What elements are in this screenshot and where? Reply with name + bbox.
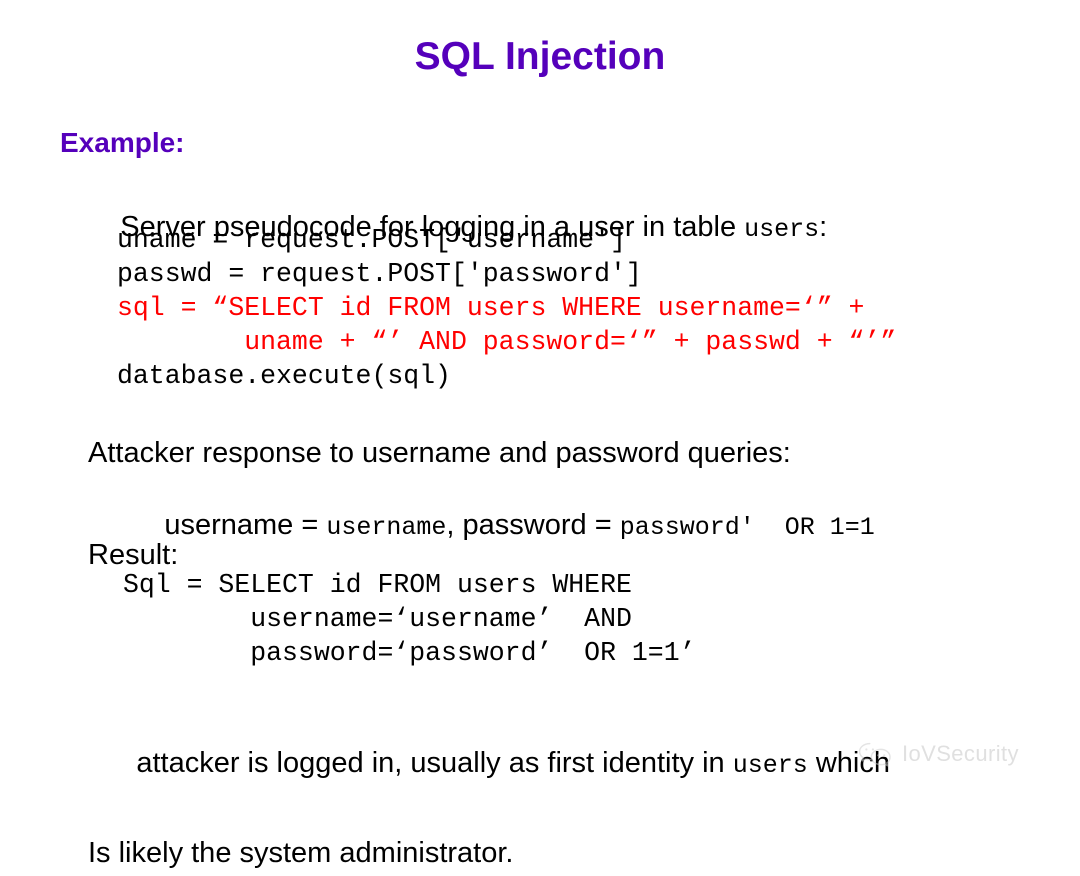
code-line: database.execute(sql) xyxy=(117,360,451,391)
result-code-block: Sql = SELECT id FROM users WHERE usernam… xyxy=(123,569,696,671)
attacker-username-equals: = xyxy=(293,509,327,542)
closing-line-2: Is likely the system administrator. xyxy=(88,836,514,869)
closing-paragraph: attacker is logged in, usually as first … xyxy=(88,696,890,876)
attacker-username-label: username xyxy=(164,509,294,542)
code-line: uname = request.POST['username'] xyxy=(117,225,626,255)
code-line: Sql = SELECT id FROM users WHERE xyxy=(123,570,632,600)
code-line: sql = “SELECT id FROM users WHERE userna… xyxy=(117,292,865,323)
attacker-password-equals: = xyxy=(586,509,620,542)
attacker-password-label: password xyxy=(462,509,587,542)
code-line: passwd = request.POST['password'] xyxy=(117,258,642,289)
wechat-icon xyxy=(857,741,893,767)
section-heading-example: Example: xyxy=(60,127,185,158)
attacker-credentials-line: username = username, password = password… xyxy=(88,474,875,577)
pseudocode-block: uname = request.POST['username'] passwd … xyxy=(117,224,896,394)
slide-canvas: SQL Injection Example: Server pseudocode… xyxy=(0,0,1080,869)
result-label: Result: xyxy=(88,539,179,571)
attacker-response-intro: Attacker response to username and passwo… xyxy=(88,437,791,469)
page-title: SQL Injection xyxy=(414,35,666,78)
closing-table-name: users xyxy=(732,750,808,780)
code-line: username=‘username’ AND xyxy=(123,603,632,634)
attacker-response-block: Attacker response to username and passwo… xyxy=(88,436,875,577)
code-line: uname + “’ AND password=‘” + passwd + “’… xyxy=(117,326,897,357)
watermark-label: IoVSecurity xyxy=(902,741,1019,766)
code-line: password=‘password’ OR 1=1’ xyxy=(123,637,696,668)
attacker-field-separator: , xyxy=(446,509,463,542)
watermark: IoVSecurity xyxy=(857,741,1019,767)
closing-line-1: attacker is logged in, usually as first … xyxy=(88,696,890,831)
attacker-password-value: password' OR 1=1 xyxy=(619,513,875,543)
closing-text-before: attacker is logged in, usually as first … xyxy=(136,746,733,779)
attacker-username-value: username xyxy=(326,513,447,543)
